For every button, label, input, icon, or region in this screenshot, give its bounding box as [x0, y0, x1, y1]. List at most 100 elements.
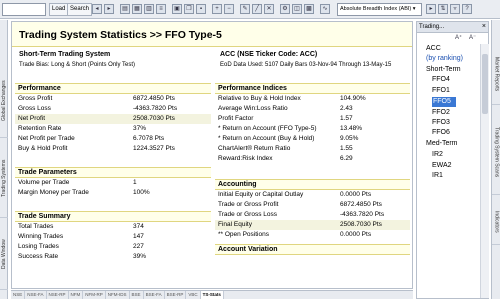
list-item[interactable]: IR1: [432, 171, 443, 181]
tab-data-window[interactable]: Data Window: [0, 220, 8, 290]
scroll-thumb[interactable]: [482, 54, 488, 114]
settings-icon[interactable]: ⚙: [280, 4, 290, 14]
print-icon[interactable]: ▣: [172, 4, 182, 14]
side-scrollbar[interactable]: [480, 44, 489, 298]
row-label: ChartAlert® Return Ratio: [218, 145, 291, 152]
ticker-input[interactable]: [2, 3, 46, 16]
row-label: Average Win:Loss Ratio: [218, 105, 288, 112]
row-label: * Return on Account (FFO Type-5): [218, 125, 317, 132]
list-item[interactable]: FFO6: [432, 128, 450, 138]
help-icon[interactable]: ?: [462, 4, 472, 14]
table-row: Trade or Gross Profit 6872.4850 Pts: [215, 200, 410, 210]
list-item[interactable]: EWA2: [432, 161, 452, 171]
row-value: 2508.7030 Pts: [340, 221, 382, 228]
ranking-link[interactable]: (by ranking): [426, 54, 463, 64]
row-value: 13.48%: [340, 125, 363, 132]
table-row: Losing Trades 227: [15, 242, 211, 252]
row-value: 0.0000 Pts: [340, 231, 372, 238]
draw-icon[interactable]: ✎: [240, 4, 250, 14]
table-row: ChartAlert® Return Ratio 1.55: [215, 144, 410, 154]
row-value: 6872.4850 Pts: [133, 95, 175, 102]
tab-nse[interactable]: NSE: [11, 291, 26, 299]
chart-icon[interactable]: ▤: [120, 4, 130, 14]
load-button[interactable]: Load: [49, 3, 69, 16]
tab-nfm[interactable]: NFM: [69, 291, 84, 299]
copy-icon[interactable]: ❐: [184, 4, 194, 14]
row-value: 1: [133, 179, 137, 186]
row-label: Total Trades: [18, 223, 54, 230]
grid-icon[interactable]: ▦: [132, 4, 142, 14]
row-value: 37%: [133, 125, 147, 132]
list-item[interactable]: FFO1: [432, 86, 450, 96]
table-row: Total Trades 374: [15, 222, 211, 232]
table-row: Relative to Buy & Hold Index 104.90%: [215, 94, 410, 104]
table-row: Average Win:Loss Ratio 2.43: [215, 104, 410, 114]
window-icon[interactable]: ◫: [292, 4, 302, 14]
list-item[interactable]: FFO2: [432, 108, 450, 118]
table-row: Net Profit 2508.7030 Pts: [15, 114, 211, 124]
list-item[interactable]: FFO3: [432, 118, 450, 128]
forward-icon[interactable]: ▸: [104, 4, 114, 14]
tab-bse-rp[interactable]: BSE-RP: [165, 291, 187, 299]
close-icon[interactable]: ×: [482, 23, 486, 30]
tab-bse[interactable]: BSE: [130, 291, 144, 299]
sort-icon[interactable]: ⇅: [438, 4, 448, 14]
row-label: Relative to Buy & Hold Index: [218, 95, 301, 102]
list-icon[interactable]: ≡: [156, 4, 166, 14]
back-icon[interactable]: ◂: [92, 4, 102, 14]
row-label: * Return on Account (Buy & Hold): [218, 135, 315, 142]
group-med-term[interactable]: Med-Term: [426, 139, 458, 149]
tab-nfm-rp[interactable]: NFM-RP: [83, 291, 106, 299]
bar-icon[interactable]: ▥: [144, 4, 154, 14]
table-row: Trade or Gross Loss -4363.7820 Pts: [215, 210, 410, 220]
table-row: Winning Trades 147: [15, 232, 211, 242]
list-item[interactable]: FFO4: [432, 75, 450, 85]
side-panel-title: Trading...: [419, 24, 445, 30]
tab-bse-fa[interactable]: BSE-FA: [144, 291, 165, 299]
row-value: 227: [133, 243, 144, 250]
search-button[interactable]: Search: [67, 3, 93, 16]
trade-bias: Trade Bias: Long & Short (Points Only Te…: [19, 62, 136, 68]
line-icon[interactable]: ╱: [252, 4, 262, 14]
tile-icon[interactable]: ▩: [304, 4, 314, 14]
report-document: Trading System Statistics >> FFO Type-5 …: [11, 21, 413, 289]
row-label: Profit Factor: [218, 115, 254, 122]
tab-market-reports[interactable]: Market Reports: [492, 45, 500, 105]
row-value: 1.55: [340, 145, 353, 152]
tab-ts-stats[interactable]: TS-Stats: [200, 291, 224, 299]
save-icon[interactable]: ▪: [196, 4, 206, 14]
filter-icon[interactable]: ▿: [450, 4, 460, 14]
tab-vbc[interactable]: VBC: [186, 291, 201, 299]
cross-icon[interactable]: ✕: [264, 4, 274, 14]
row-value: 6872.4850 Pts: [340, 201, 382, 208]
zoom-in-icon[interactable]: +: [212, 4, 222, 14]
table-row: Gross Profit 6872.4850 Pts: [15, 94, 211, 104]
group-short-term[interactable]: Short-Term: [426, 65, 461, 75]
row-label: Retention Rate: [18, 125, 62, 132]
table-row: Profit Factor 1.57: [215, 114, 410, 124]
tab-indicators[interactable]: Indicators: [492, 200, 500, 245]
ticker-header: ACC (NSE Ticker Code: ACC) EoD Data Used…: [220, 51, 410, 68]
row-label: Winning Trades: [18, 233, 64, 240]
indicator-icon[interactable]: ∿: [320, 4, 330, 14]
tab-nse-fa[interactable]: NSE-FA: [25, 291, 47, 299]
list-item[interactable]: IR2: [432, 150, 443, 160]
tab-global-exchanges[interactable]: Global Exchanges: [0, 65, 8, 138]
font-larger-icon[interactable]: A⁺: [455, 34, 462, 41]
tab-nfm-ids[interactable]: NFM-IDS: [106, 291, 130, 299]
row-label: Losing Trades: [18, 243, 59, 250]
apply-icon[interactable]: ▸: [426, 4, 436, 14]
tab-nse-rp[interactable]: NSE-RP: [47, 291, 69, 299]
font-smaller-icon[interactable]: A⁻: [469, 34, 476, 41]
side-panel-tools: A⁺ A⁻: [417, 33, 488, 43]
list-item-selected[interactable]: FFO5: [432, 97, 456, 107]
tab-trading-system-scans[interactable]: Trading System Scans: [492, 110, 500, 195]
zoom-out-icon[interactable]: −: [224, 4, 234, 14]
performance-panel: Performance Gross Profit 6872.4850 Pts Gr…: [15, 83, 211, 154]
row-value: -4363.7820 Pts: [133, 105, 178, 112]
table-row: Reward:Risk Index 6.29: [215, 154, 410, 164]
row-value: 0.0000 Pts: [340, 191, 372, 198]
tab-trading-systems[interactable]: Trading Systems: [0, 140, 8, 218]
row-label: Volume per Trade: [18, 179, 70, 186]
indicator-select[interactable]: Absolute Breadth Index (ABI) ▾: [337, 3, 422, 16]
